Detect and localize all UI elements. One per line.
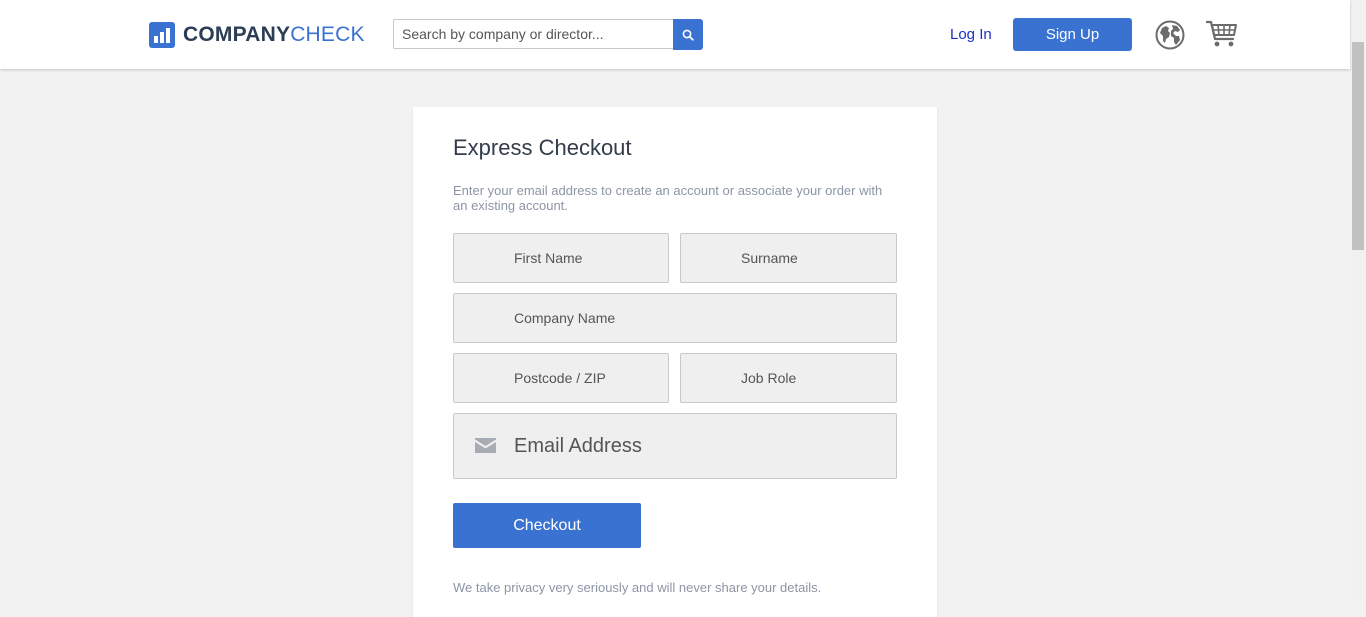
search-input[interactable] [394, 20, 673, 48]
privacy-notice: We take privacy very seriously and will … [453, 580, 822, 595]
first-name-placeholder: First Name [514, 250, 583, 266]
scrollbar-thumb[interactable] [1352, 42, 1364, 250]
login-link[interactable]: Log In [950, 26, 992, 43]
postcode-field[interactable]: Postcode / ZIP [453, 353, 669, 403]
cart-icon[interactable] [1206, 20, 1238, 48]
postcode-placeholder: Postcode / ZIP [514, 370, 606, 386]
globe-icon[interactable] [1155, 20, 1185, 50]
job-role-field[interactable]: Job Role [680, 353, 897, 403]
search-icon [682, 29, 694, 41]
surname-placeholder: Surname [741, 250, 798, 266]
company-check-logo[interactable]: COMPANYCHECK [149, 22, 365, 48]
envelope-icon [475, 438, 496, 453]
email-address-field[interactable]: Email Address [453, 413, 897, 479]
logo-wordmark: COMPANYCHECK [183, 23, 365, 46]
top-navigation-bar: COMPANYCHECK Log In Sign Up [0, 0, 1350, 69]
express-checkout-card: Express Checkout Enter your email addres… [413, 107, 937, 617]
search-box [393, 19, 673, 49]
checkout-title: Express Checkout [453, 135, 632, 160]
company-name-placeholder: Company Name [514, 310, 616, 326]
logo-bars-icon [149, 22, 175, 48]
checkout-intro-text: Enter your email address to create an ac… [453, 183, 883, 213]
surname-field[interactable]: Surname [680, 233, 897, 283]
first-name-field[interactable]: First Name [453, 233, 669, 283]
page-scrollbar[interactable] [1350, 0, 1366, 599]
search-button[interactable] [673, 19, 703, 50]
checkout-button[interactable]: Checkout [453, 503, 641, 548]
job-role-placeholder: Job Role [741, 370, 797, 386]
company-name-field[interactable]: Company Name [453, 293, 897, 343]
signup-button[interactable]: Sign Up [1013, 18, 1132, 51]
email-address-placeholder: Email Address [514, 434, 642, 457]
